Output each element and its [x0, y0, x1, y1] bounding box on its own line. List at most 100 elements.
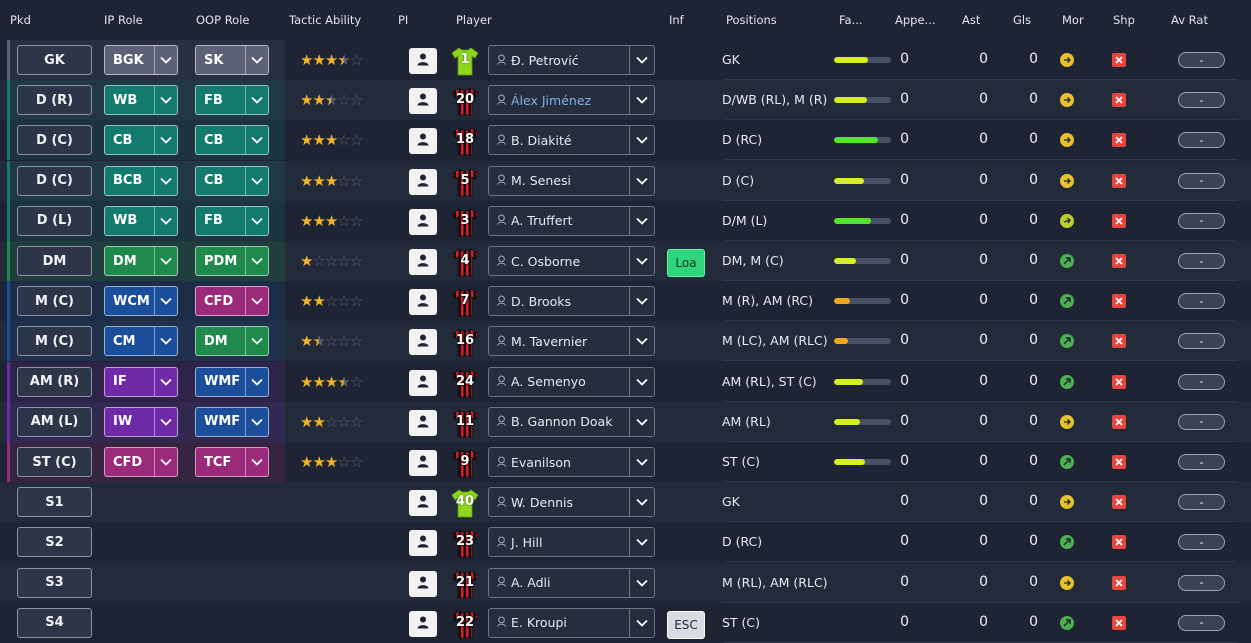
table-row[interactable]: AM (R) IF WMF ★★★★☆ 24 A. Semenyo AM (RL), ST …	[0, 361, 1251, 402]
sharpness-cross-icon[interactable]	[1112, 575, 1126, 590]
player-name[interactable]: E. Kroupi	[489, 615, 629, 630]
chevron-down-icon[interactable]	[629, 327, 654, 356]
pkd-position-button[interactable]: D (L)	[17, 205, 92, 236]
sharpness-cross-icon[interactable]	[1112, 53, 1126, 67]
morale-icon[interactable]	[1060, 334, 1074, 349]
player-select[interactable]: J. Hill	[488, 527, 655, 558]
player-select[interactable]: Đ. Petrović	[488, 45, 655, 75]
ip-role-dropdown[interactable]: IW	[104, 406, 178, 437]
col-gls[interactable]: Gls	[1013, 13, 1031, 27]
player-select[interactable]: B. Diakité	[488, 125, 655, 156]
chevron-down-icon[interactable]	[245, 166, 268, 195]
morale-icon[interactable]	[1060, 535, 1074, 550]
chevron-down-icon[interactable]	[245, 407, 268, 436]
oop-role-dropdown[interactable]: TCF	[195, 447, 269, 477]
chevron-down-icon[interactable]	[629, 86, 654, 115]
morale-icon[interactable]	[1060, 93, 1074, 108]
table-row[interactable]: AM (L) IW WMF ★★☆☆☆ 11 B. Gannon Doak AM (RL) 0…	[0, 401, 1251, 442]
player-name[interactable]: C. Osborne	[489, 254, 629, 269]
chevron-down-icon[interactable]	[154, 86, 177, 115]
sharpness-cross-icon[interactable]	[1112, 495, 1126, 510]
chevron-down-icon[interactable]	[245, 86, 268, 115]
table-row[interactable]: S2 23 J. Hill D (RC) 0 0 0 -	[0, 522, 1251, 563]
player-name[interactable]: M. Tavernier	[489, 334, 629, 349]
table-row[interactable]: S1 40 W. Dennis GK 0 0 0 -	[0, 482, 1251, 523]
pkd-position-button[interactable]: D (C)	[17, 125, 92, 156]
table-row[interactable]: GK BGK SK ★★★★☆ 1 Đ. Petrović GK 0 0 0 -	[0, 40, 1251, 80]
chevron-down-icon[interactable]	[629, 206, 654, 235]
player-name[interactable]: Đ. Petrović	[489, 53, 629, 68]
player-select[interactable]: D. Brooks	[488, 286, 655, 317]
pkd-position-button[interactable]: AM (L)	[17, 406, 92, 437]
inf-badge[interactable]: ESC	[667, 610, 705, 639]
player-select[interactable]: C. Osborne	[488, 246, 655, 276]
player-select[interactable]: E. Kroupi	[488, 607, 655, 638]
morale-icon[interactable]	[1060, 213, 1074, 228]
pkd-position-button[interactable]: S1	[17, 487, 92, 518]
col-ip-role[interactable]: IP Role	[104, 13, 143, 27]
chevron-down-icon[interactable]	[154, 166, 177, 195]
oop-role-dropdown[interactable]: WMF	[195, 366, 269, 397]
chevron-down-icon[interactable]	[629, 46, 654, 74]
player-instructions-button[interactable]	[409, 450, 437, 476]
col-oop-role[interactable]: OOP Role	[196, 13, 249, 27]
player-instructions-button[interactable]	[409, 208, 437, 235]
table-row[interactable]: D (L) WB FB ★★★☆☆ 3 A. Truffert D/M (L) 0 0 0 -	[0, 200, 1251, 241]
chevron-down-icon[interactable]	[154, 287, 177, 316]
player-instructions-button[interactable]	[409, 570, 437, 597]
chevron-down-icon[interactable]	[245, 448, 268, 476]
sharpness-cross-icon[interactable]	[1112, 535, 1126, 550]
ip-role-dropdown[interactable]: WB	[104, 85, 178, 116]
morale-icon[interactable]	[1060, 455, 1074, 469]
col-av-rat[interactable]: Av Rat	[1171, 13, 1208, 27]
ip-role-dropdown[interactable]: DM	[104, 246, 178, 276]
player-select[interactable]: Evanilson	[488, 447, 655, 477]
morale-icon[interactable]	[1060, 254, 1074, 268]
player-select[interactable]: W. Dennis	[488, 487, 655, 518]
player-instructions-button[interactable]	[409, 409, 437, 436]
pkd-position-button[interactable]: GK	[17, 45, 92, 75]
oop-role-dropdown[interactable]: CB	[195, 165, 269, 196]
ip-role-dropdown[interactable]: BGK	[104, 45, 178, 75]
chevron-down-icon[interactable]	[629, 287, 654, 316]
morale-icon[interactable]	[1060, 133, 1074, 148]
col-positions[interactable]: Positions	[726, 13, 777, 27]
pkd-position-button[interactable]: M (C)	[17, 286, 92, 317]
pkd-position-button[interactable]: S2	[17, 527, 92, 558]
player-instructions-button[interactable]	[409, 610, 437, 637]
pkd-position-button[interactable]: D (R)	[17, 85, 92, 116]
col-ast[interactable]: Ast	[962, 13, 980, 27]
sharpness-cross-icon[interactable]	[1112, 374, 1126, 389]
pkd-position-button[interactable]: AM (R)	[17, 366, 92, 397]
chevron-down-icon[interactable]	[629, 608, 654, 637]
oop-role-dropdown[interactable]: FB	[195, 85, 269, 116]
oop-role-dropdown[interactable]: FB	[195, 205, 269, 236]
col-tactic-ability[interactable]: Tactic Ability	[289, 13, 361, 27]
ip-role-dropdown[interactable]: BCB	[104, 165, 178, 196]
player-name[interactable]: B. Diakité	[489, 133, 629, 148]
col-player[interactable]: Player	[456, 13, 492, 27]
chevron-down-icon[interactable]	[154, 407, 177, 436]
chevron-down-icon[interactable]	[629, 367, 654, 396]
player-name[interactable]: D. Brooks	[489, 294, 629, 309]
sharpness-cross-icon[interactable]	[1112, 334, 1126, 349]
chevron-down-icon[interactable]	[245, 367, 268, 396]
ip-role-dropdown[interactable]: CB	[104, 125, 178, 156]
chevron-down-icon[interactable]	[629, 407, 654, 436]
morale-icon[interactable]	[1060, 575, 1074, 590]
table-row[interactable]: D (C) BCB CB ★★★☆☆ 5 M. Senesi D (C) 0 0 0 -	[0, 160, 1251, 201]
ip-role-dropdown[interactable]: IF	[104, 366, 178, 397]
chevron-down-icon[interactable]	[154, 206, 177, 235]
player-select[interactable]: A. Adli	[488, 567, 655, 598]
col-mor[interactable]: Mor	[1062, 13, 1084, 27]
ip-role-dropdown[interactable]: CFD	[104, 447, 178, 477]
morale-icon[interactable]	[1060, 414, 1074, 429]
table-row[interactable]: ST (C) CFD TCF ★★★☆☆ 9 Evanilson ST (C) 0 0 0 -	[0, 442, 1251, 482]
morale-icon[interactable]	[1060, 173, 1074, 188]
player-name[interactable]: B. Gannon Doak	[489, 414, 629, 429]
player-name[interactable]: Evanilson	[489, 455, 629, 470]
sharpness-cross-icon[interactable]	[1112, 93, 1126, 108]
morale-icon[interactable]	[1060, 294, 1074, 309]
player-select[interactable]: Álex Jiménez	[488, 85, 655, 116]
player-select[interactable]: M. Tavernier	[488, 326, 655, 357]
